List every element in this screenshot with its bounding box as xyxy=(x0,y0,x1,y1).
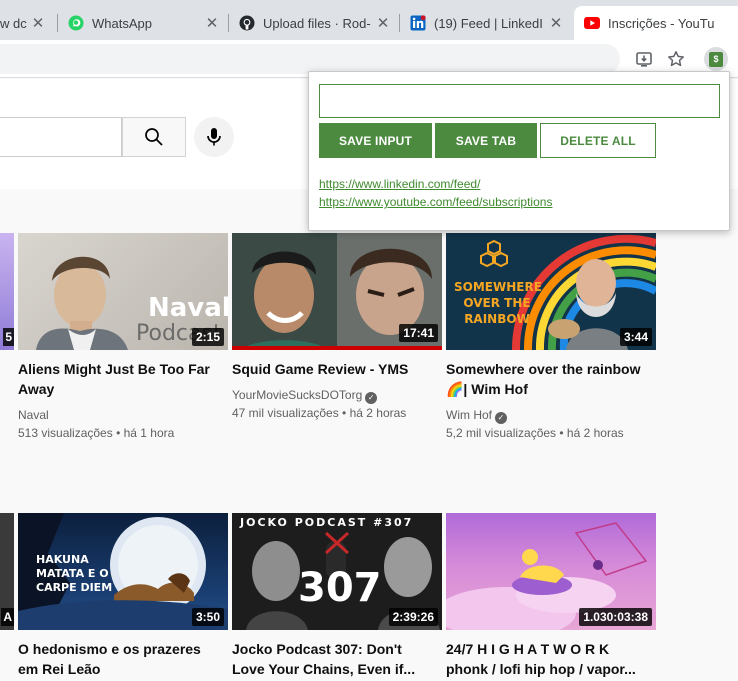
save-tab-button[interactable]: SAVE TAB xyxy=(435,123,537,158)
video-thumbnail[interactable]: 1.030:03:38 xyxy=(446,513,656,630)
thumbnail-text: Naval xyxy=(148,293,228,323)
upload-age: há 2 horas xyxy=(349,406,407,420)
close-icon[interactable]: ✕ xyxy=(375,14,391,32)
tab-whatsapp[interactable]: WhatsApp ✕ xyxy=(58,6,228,40)
tab-title: w dc xyxy=(0,15,27,31)
video-thumbnail[interactable]: 17:41 xyxy=(232,233,442,350)
video-thumbnail-partial[interactable]: 5 xyxy=(0,233,14,350)
video-title[interactable]: Squid Game Review - YMS xyxy=(232,359,437,379)
tab-github[interactable]: Upload files · Rod- ✕ xyxy=(229,6,399,40)
close-icon[interactable]: ✕ xyxy=(30,14,46,32)
tab-linkedin[interactable]: (19) Feed | LinkedI ✕ xyxy=(400,6,572,40)
duration-badge: 17:41 xyxy=(399,324,438,342)
youtube-icon xyxy=(584,15,600,31)
duration-badge: 5 xyxy=(3,328,14,346)
video-thumbnail[interactable]: SOMEWHERE OVER THE RAINBOW 3:44 xyxy=(446,233,656,350)
tab-youtube-active[interactable]: Inscrições - YouTu xyxy=(574,6,738,40)
view-count: 47 mil visualizações xyxy=(232,406,339,420)
tab-title: Upload files · Rod- xyxy=(263,15,371,31)
saved-link[interactable]: https://www.linkedin.com/feed/ xyxy=(319,177,480,191)
extension-button[interactable]: $ xyxy=(704,47,728,71)
close-icon[interactable]: ✕ xyxy=(548,14,564,32)
video-title[interactable]: Aliens Might Just Be Too Far Away xyxy=(18,359,223,399)
bookmark-star-icon[interactable] xyxy=(666,49,686,69)
tab-strip: w dc ✕ WhatsApp ✕ Upload files · Rod- ✕ xyxy=(0,0,738,40)
extension-icon: $ xyxy=(709,51,723,67)
channel-name[interactable]: Naval xyxy=(18,406,49,424)
youtube-search-button[interactable] xyxy=(122,117,186,157)
video-stats: 513 visualizações • há 1 hora xyxy=(18,426,175,440)
duration-badge: A xyxy=(1,608,14,626)
upload-age: há 2 horas xyxy=(566,426,624,440)
browser-window: w dc ✕ WhatsApp ✕ Upload files · Rod- ✕ xyxy=(0,0,738,681)
video-title[interactable]: Somewhere over the rainbow 🌈| Wim Hof xyxy=(446,359,651,399)
tab-previous[interactable]: w dc ✕ xyxy=(0,6,54,40)
url-input[interactable] xyxy=(319,84,720,118)
video-title[interactable]: O hedonismo e os prazeres em Rei Leão xyxy=(18,639,223,679)
duration-badge: 1.030:03:38 xyxy=(579,608,652,626)
saved-link[interactable]: https://www.youtube.com/feed/subscriptio… xyxy=(319,195,552,209)
video-title[interactable]: Jocko Podcast 307: Don't Love Your Chain… xyxy=(232,639,437,679)
video-title[interactable]: 24/7 H I G H A T W O R K phonk / lofi hi… xyxy=(446,639,636,679)
duration-badge: 3:50 xyxy=(191,608,224,626)
microphone-icon xyxy=(207,128,221,146)
thumbnail-text: 307 xyxy=(298,565,382,611)
save-input-button[interactable]: SAVE INPUT xyxy=(319,123,432,158)
address-bar[interactable] xyxy=(0,44,620,74)
verified-check-icon: ✓ xyxy=(365,392,378,404)
thumbnail-text-line: SOMEWHERE xyxy=(454,280,542,294)
install-app-icon[interactable] xyxy=(634,49,654,69)
video-thumbnail[interactable]: JOCKO PODCAST #307 307 2:39:26 xyxy=(232,513,442,630)
upload-age: há 1 hora xyxy=(123,426,175,440)
channel-row: Wim Hof ✓ xyxy=(446,406,507,424)
thumbnail-text-line: RAINBOW xyxy=(464,312,530,326)
duration-badge: 3:44 xyxy=(619,328,652,346)
video-thumbnail[interactable]: HAKUNA MATATA E O CARPE DIEM 3:50 xyxy=(18,513,228,630)
channel-name[interactable]: YourMovieSucksDOTorg xyxy=(232,388,362,402)
linkedin-icon xyxy=(410,15,426,31)
voice-search-button[interactable] xyxy=(194,117,234,157)
thumbnail-text-line: MATATA E O xyxy=(36,567,109,580)
channel-name[interactable]: Wim Hof xyxy=(446,408,492,422)
youtube-search-input[interactable] xyxy=(0,117,122,157)
channel-row: YourMovieSucksDOTorg ✓ xyxy=(232,386,378,404)
thumbnail-text-line: OVER THE xyxy=(463,296,531,310)
verified-check-icon: ✓ xyxy=(495,412,507,424)
duration-badge: 2:39:26 xyxy=(388,608,438,626)
tab-title: Inscrições - YouTu xyxy=(608,15,715,31)
delete-all-button[interactable]: DELETE ALL xyxy=(540,123,656,158)
video-stats: 5,2 mil visualizações • há 2 horas xyxy=(446,426,624,440)
video-stats: 47 mil visualizações • há 2 horas xyxy=(232,406,407,420)
duration-badge: 2:15 xyxy=(191,328,224,346)
thumbnail-text-line: CARPE DIEM xyxy=(36,581,113,594)
thumbnail-text-line: HAKUNA xyxy=(36,553,89,566)
view-count: 5,2 mil visualizações xyxy=(446,426,557,440)
close-icon[interactable]: ✕ xyxy=(204,14,220,32)
video-thumbnail-partial[interactable]: A xyxy=(0,513,14,630)
search-icon xyxy=(145,128,163,146)
view-count: 513 visualizações xyxy=(18,426,113,440)
tab-title: (19) Feed | LinkedI xyxy=(434,15,543,31)
thumbnail-text: JOCKO PODCAST #307 xyxy=(240,516,414,529)
extension-popup: SAVE INPUT SAVE TAB DELETE ALL https://w… xyxy=(308,71,730,231)
whatsapp-icon xyxy=(68,15,84,31)
video-thumbnail[interactable]: Naval Podcast 2:15 xyxy=(18,233,228,350)
github-icon xyxy=(239,15,255,31)
thumbnail-text: SOMEWHERE OVER THE RAINBOW xyxy=(454,279,542,327)
thumbnail-text: HAKUNA MATATA E O CARPE DIEM xyxy=(36,553,112,595)
tab-title: WhatsApp xyxy=(92,15,152,31)
